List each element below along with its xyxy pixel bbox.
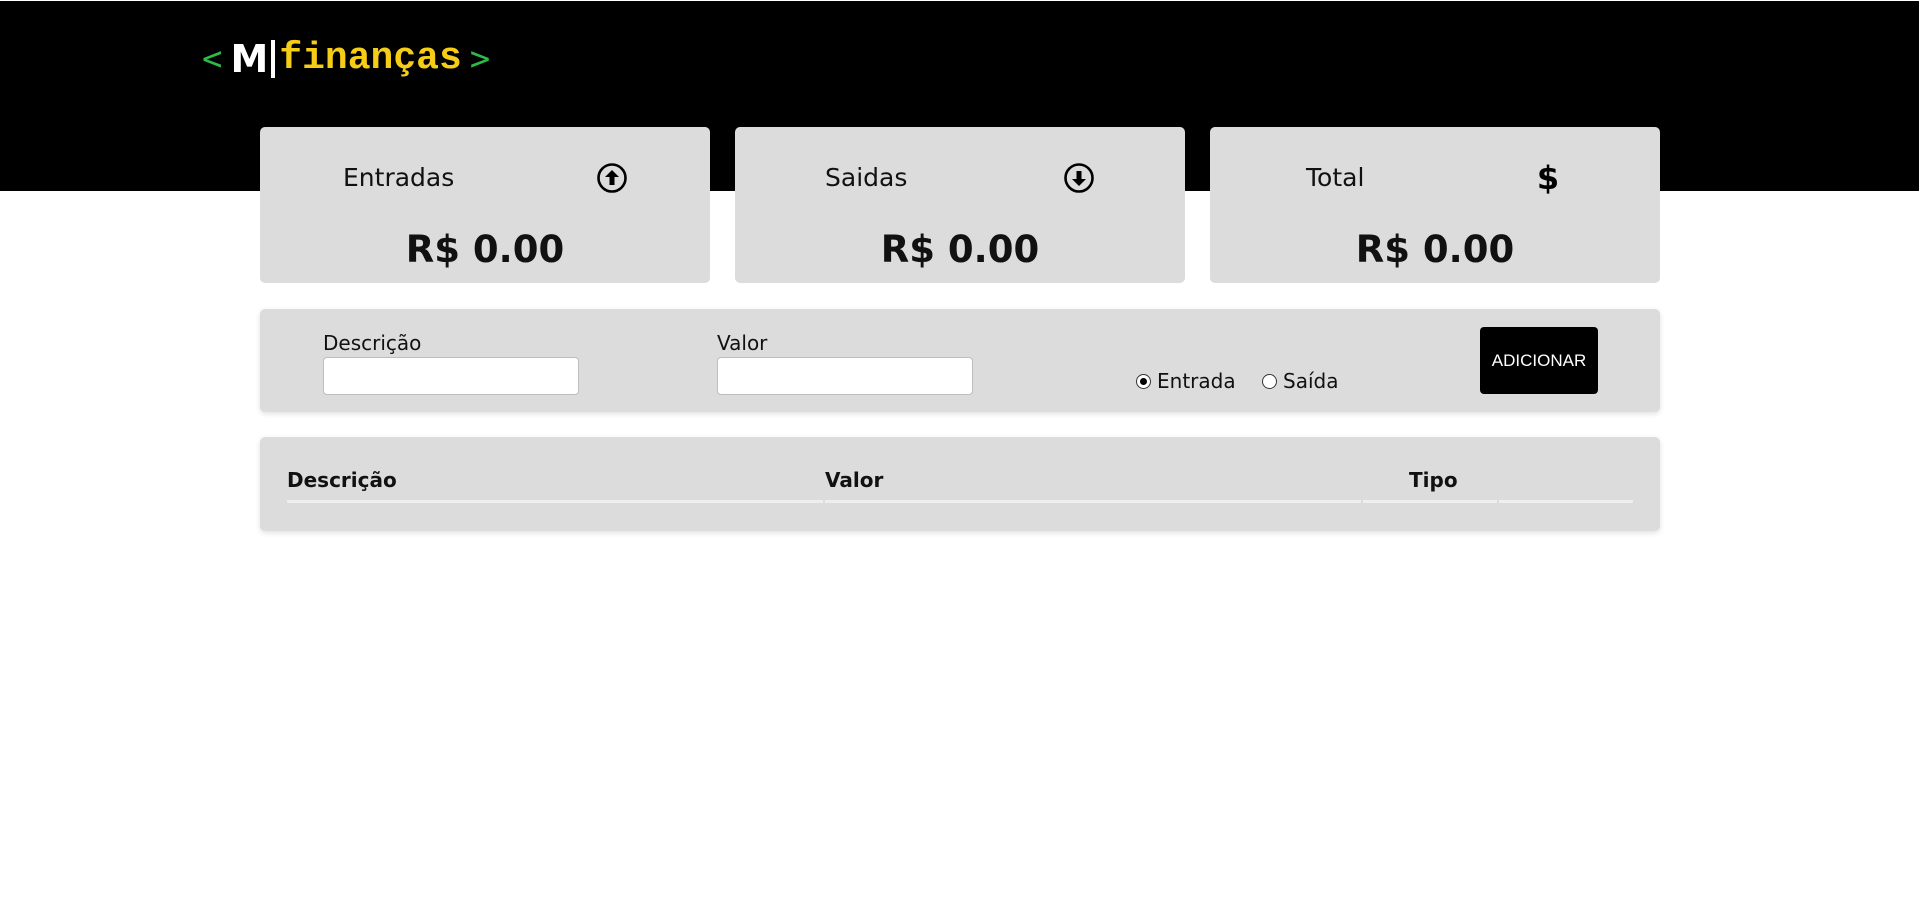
card-saidas-amount: R$ 0.00 (880, 228, 1040, 271)
logo-bracket-right: > (469, 39, 491, 79)
column-header-descricao: Descrição (287, 468, 397, 492)
card-saidas: Saidas R$ 0.00 (735, 127, 1185, 283)
column-divider (825, 500, 1361, 503)
radio-saida[interactable]: Saída (1262, 369, 1338, 393)
radio-entrada-circle[interactable] (1136, 373, 1151, 389)
column-header-tipo: Tipo (1409, 468, 1458, 492)
logo-letter: M (230, 37, 269, 81)
logo-word: finanças (279, 37, 462, 80)
card-total-amount: R$ 0.00 (1355, 228, 1515, 271)
radio-entrada-label: Entrada (1157, 369, 1236, 393)
app-logo[interactable]: < M finanças > (202, 35, 490, 83)
valor-label: Valor (717, 331, 768, 355)
summary-cards: Entradas R$ 0.00 Saidas R$ 0.00 Total $ … (260, 127, 1660, 283)
arrow-up-circle-icon (596, 162, 628, 194)
logo-cursor-bar (271, 40, 276, 78)
card-saidas-label: Saidas (825, 163, 908, 192)
column-divider (1499, 500, 1633, 503)
card-entradas: Entradas R$ 0.00 (260, 127, 710, 283)
dollar-icon: $ (1536, 159, 1560, 197)
transactions-table: Descrição Valor Tipo (260, 437, 1660, 531)
descricao-label: Descrição (323, 331, 422, 355)
radio-saida-label: Saída (1283, 369, 1339, 393)
transaction-form: Descrição Valor Entrada Saída ADICIONAR (260, 309, 1660, 412)
arrow-down-circle-icon (1063, 162, 1095, 194)
column-divider (287, 500, 823, 503)
card-total: Total $ R$ 0.00 (1210, 127, 1660, 283)
logo-bracket-left: < (202, 39, 223, 79)
column-divider (1363, 500, 1497, 503)
card-total-label: Total (1306, 163, 1365, 192)
radio-entrada[interactable]: Entrada (1136, 369, 1236, 393)
descricao-input[interactable] (323, 357, 579, 395)
column-header-valor: Valor (825, 468, 884, 492)
valor-input[interactable] (717, 357, 973, 395)
radio-saida-circle[interactable] (1262, 373, 1277, 389)
card-entradas-amount: R$ 0.00 (405, 228, 565, 271)
add-button[interactable]: ADICIONAR (1480, 327, 1598, 394)
card-entradas-label: Entradas (343, 163, 455, 192)
